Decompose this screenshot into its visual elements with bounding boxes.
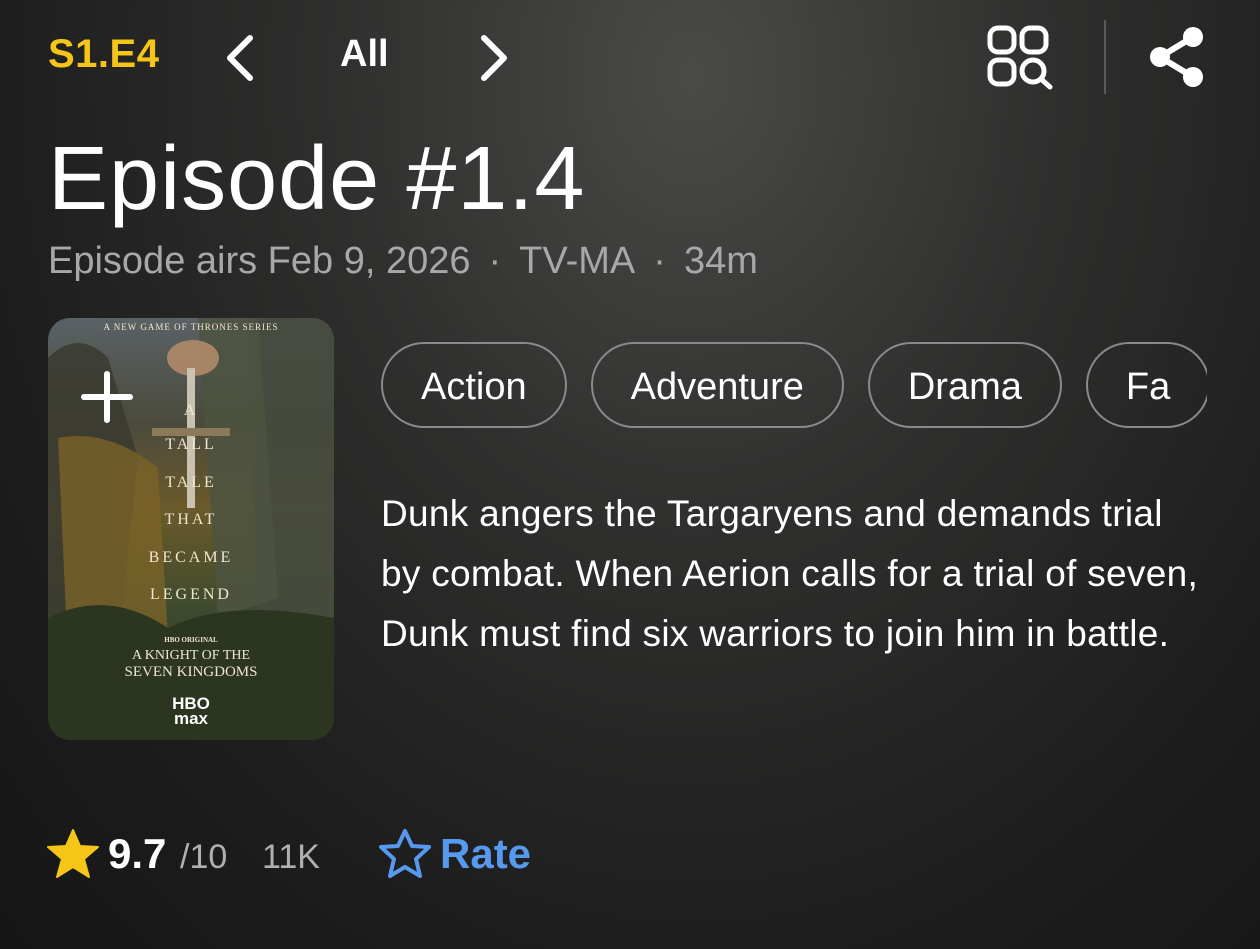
chevron-right-icon xyxy=(481,35,507,81)
previous-episode-button[interactable] xyxy=(222,34,258,82)
poster-tagline-6: LEGEND xyxy=(150,586,232,603)
episode-code: S1.E4 xyxy=(48,32,160,76)
genre-chip-drama[interactable]: Drama xyxy=(867,342,1062,428)
star-icon xyxy=(47,829,99,878)
poster-header: A NEW GAME OF THRONES SERIES xyxy=(103,322,279,332)
poster-tagline-2: TALL xyxy=(165,436,217,453)
poster-series-title-2: SEVEN KINGDOMS xyxy=(124,664,258,680)
network-logo-line-2: max xyxy=(173,709,209,728)
share-icon xyxy=(1150,27,1203,87)
episode-page: S1.E4 All Episode #1.4 Episode airs Feb … xyxy=(0,0,1260,949)
chevron-left-icon xyxy=(227,35,253,81)
rate-label: Rate xyxy=(440,830,532,877)
top-bar: S1.E4 All xyxy=(0,0,1260,110)
poster-tagline-3: TALE xyxy=(165,474,217,491)
vote-count: 11K xyxy=(262,838,320,876)
episode-grid-button[interactable] xyxy=(986,24,1056,92)
star-outline-icon xyxy=(379,829,431,878)
air-date: Episode airs Feb 9, 2026 xyxy=(48,240,471,282)
all-episodes-link[interactable]: All xyxy=(340,33,389,76)
poster-tagline-5: BECAME xyxy=(148,549,234,566)
episode-title: Episode #1.4 xyxy=(48,129,586,229)
poster-series-title-1: A KNIGHT OF THE xyxy=(131,648,251,663)
genre-chip-adventure[interactable]: Adventure xyxy=(590,342,844,428)
rating-score: 9.7 xyxy=(108,830,167,877)
toolbar-divider xyxy=(1104,20,1106,94)
genre-chip-fantasy[interactable]: Fa xyxy=(1085,342,1207,428)
meta-separator: · xyxy=(653,240,666,282)
episode-poster[interactable]: A NEW GAME OF THRONES SERIES A TALL TALE… xyxy=(48,318,334,740)
grid-search-icon xyxy=(987,25,1053,90)
genre-chips: Action Adventure Drama Fa xyxy=(381,342,1207,434)
plus-icon xyxy=(81,371,133,423)
network-logo: HBO max xyxy=(48,695,334,728)
genre-chip-action[interactable]: Action xyxy=(381,342,567,428)
episode-meta: Episode airs Feb 9, 2026 · TV-MA · 34m xyxy=(48,240,758,283)
poster-original: HBO ORIGINAL xyxy=(164,636,218,644)
content-rating: TV-MA xyxy=(519,240,636,282)
meta-separator: · xyxy=(488,240,502,282)
runtime: 34m xyxy=(683,240,758,282)
share-button[interactable] xyxy=(1146,24,1208,90)
rating-scale: /10 xyxy=(180,838,228,876)
next-episode-button[interactable] xyxy=(476,34,512,82)
rate-button[interactable]: Rate xyxy=(378,826,548,882)
episode-description: Dunk angers the Targaryens and demands t… xyxy=(381,493,1199,654)
poster-tagline-4: THAT xyxy=(164,511,218,528)
